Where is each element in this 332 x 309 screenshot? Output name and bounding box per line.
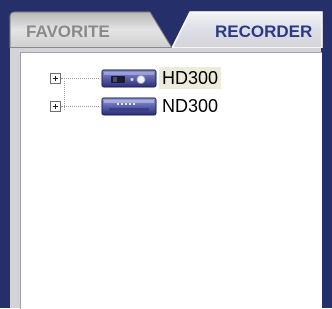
tree-branch-line <box>61 78 99 79</box>
tree-item-hd300[interactable]: HD300 <box>21 67 311 91</box>
tree-branch-line <box>61 106 99 107</box>
expand-plus-icon[interactable] <box>50 101 61 112</box>
tree-item-nd300[interactable]: ND300 <box>21 95 311 119</box>
tab-recorder-label: RECORDER <box>215 22 313 41</box>
recorder-tab-panel: HD300 ND300 <box>10 48 322 309</box>
nd-recorder-device-icon <box>101 97 157 116</box>
recorder-panel-window: FAVORITE RECORDER HD300 ND300 <box>0 0 332 309</box>
tab-bar: FAVORITE RECORDER <box>0 0 332 48</box>
tree-item-label[interactable]: HD300 <box>159 67 222 89</box>
tab-recorder[interactable]: RECORDER <box>175 12 322 48</box>
hd-recorder-device-icon <box>101 69 157 88</box>
expand-plus-icon[interactable] <box>50 73 61 84</box>
recorder-tree-view[interactable]: HD300 ND300 <box>20 52 322 309</box>
tab-favorite-label: FAVORITE <box>26 22 110 41</box>
tab-favorite[interactable]: FAVORITE <box>10 12 160 48</box>
tree-item-label[interactable]: ND300 <box>159 95 221 117</box>
